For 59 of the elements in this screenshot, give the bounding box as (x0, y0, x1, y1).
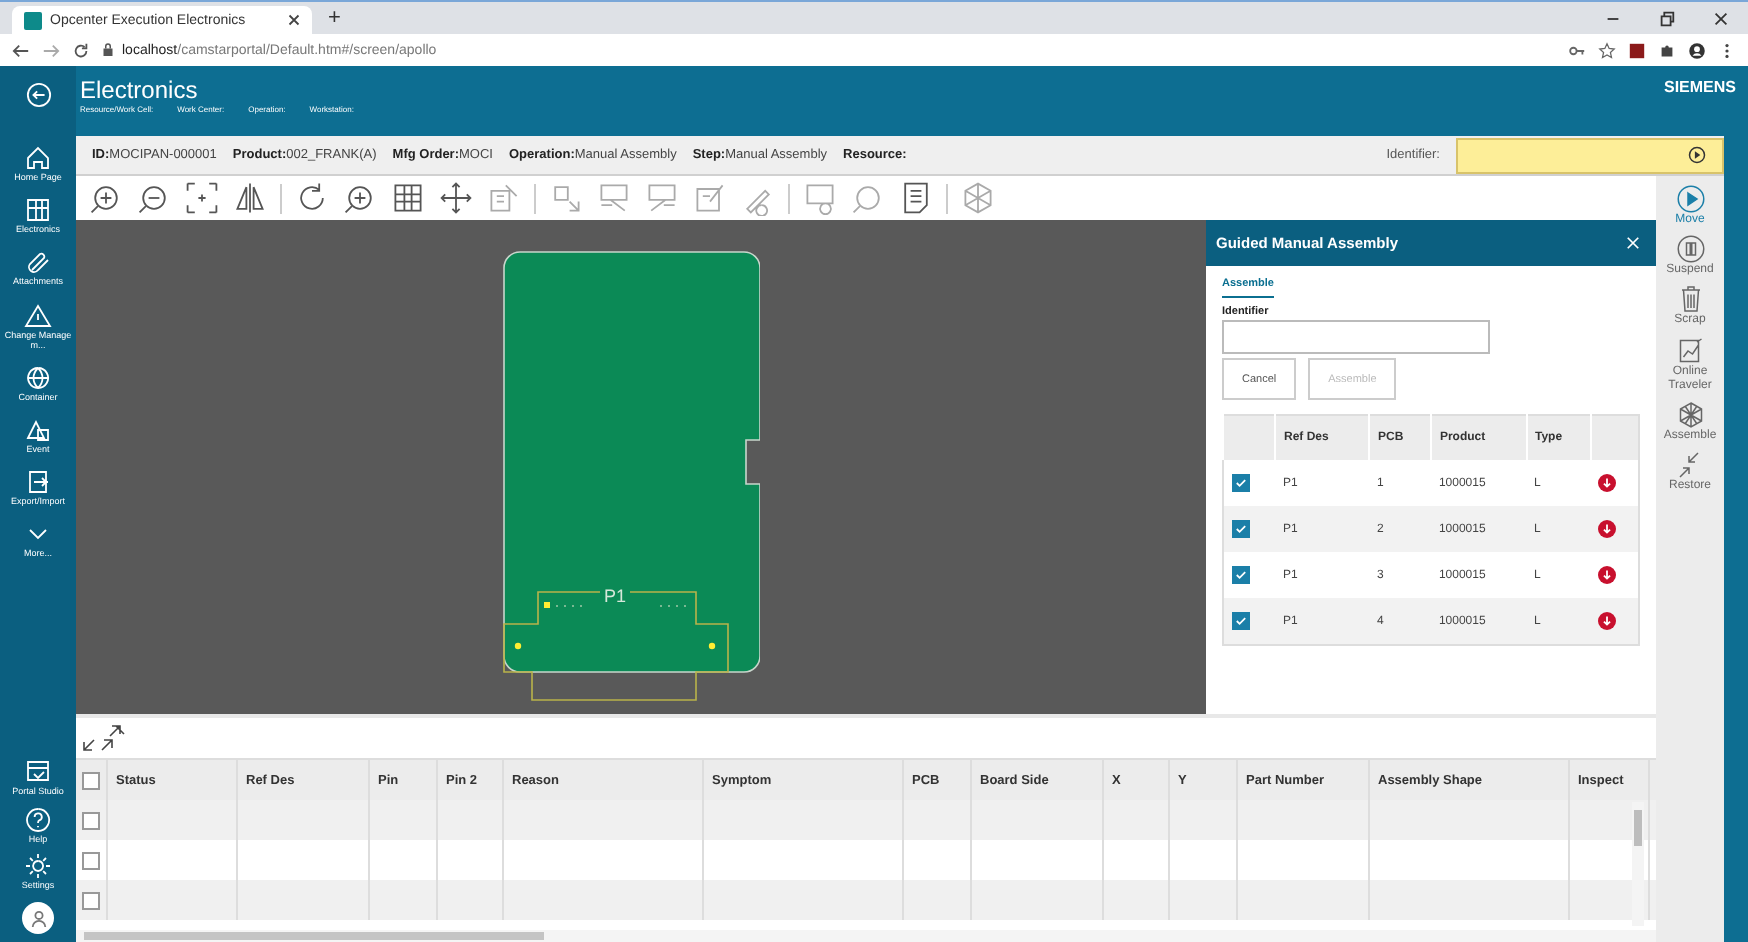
down-arrow-icon[interactable] (1598, 612, 1617, 630)
row-checkbox[interactable] (82, 851, 100, 869)
down-arrow-icon[interactable] (1598, 566, 1617, 584)
pause-icon (1675, 234, 1705, 265)
vertical-scrollbar[interactable] (1632, 802, 1644, 926)
help-icon (24, 805, 52, 834)
chart-icon (1675, 335, 1705, 366)
row-checkbox[interactable] (82, 811, 100, 829)
component-label: P1 (600, 586, 631, 606)
play-icon (1675, 184, 1705, 214)
restore-icon (1674, 450, 1705, 481)
identifier-field[interactable] (1456, 137, 1724, 173)
expand-icon[interactable] (80, 722, 128, 754)
user-avatar-icon[interactable] (22, 902, 54, 934)
move-icon[interactable] (438, 180, 474, 216)
document-icon[interactable] (898, 180, 934, 216)
globe-icon (24, 363, 52, 392)
shapes-icon (24, 416, 52, 445)
app-title: Electronics (80, 78, 200, 104)
close-icon[interactable] (288, 14, 300, 26)
zoom-in-icon[interactable] (88, 180, 124, 216)
paperclip-icon (24, 248, 52, 277)
key-icon[interactable] (1568, 41, 1586, 59)
rotate-icon[interactable] (294, 180, 330, 216)
checkbox[interactable] (1232, 612, 1250, 630)
lock-icon (102, 42, 114, 58)
settings-icon (24, 851, 52, 880)
home-icon (24, 144, 52, 172)
grid-icon (24, 196, 52, 225)
app-logo-icon (24, 11, 42, 29)
back-icon[interactable] (25, 82, 51, 108)
brand-logo: SIEMENS (1663, 78, 1736, 96)
horizontal-scrollbar[interactable] (76, 930, 1656, 942)
play-icon[interactable] (1688, 146, 1706, 164)
row-checkbox[interactable] (82, 891, 100, 909)
export-icon (24, 468, 52, 497)
checkbox[interactable] (1232, 520, 1250, 538)
down-arrow-icon[interactable] (1598, 520, 1617, 538)
zoom-in-icon[interactable] (342, 180, 378, 216)
reload-icon[interactable] (72, 41, 90, 59)
extension-icon[interactable] (1628, 41, 1646, 59)
checkbox[interactable] (1232, 566, 1250, 584)
star-icon[interactable] (1598, 41, 1616, 59)
zoom-out-icon[interactable] (136, 180, 172, 216)
mirror-icon[interactable] (232, 180, 268, 216)
window-icon (24, 758, 52, 787)
cube-icon (1675, 399, 1705, 430)
select-all-checkbox[interactable] (82, 771, 100, 789)
close-icon[interactable] (1712, 9, 1730, 27)
back-arrow-icon[interactable] (12, 41, 30, 59)
down-arrow-icon[interactable] (1598, 474, 1617, 492)
checkbox[interactable] (1232, 474, 1250, 492)
identifier-input[interactable] (1222, 320, 1490, 354)
new-tab-button[interactable]: + (312, 6, 357, 30)
zoom-fit-icon[interactable] (184, 180, 220, 216)
warning-icon (24, 301, 52, 330)
profile-icon[interactable] (1688, 41, 1706, 59)
restore-window-icon[interactable] (1658, 9, 1676, 27)
grid-icon[interactable] (390, 180, 426, 216)
